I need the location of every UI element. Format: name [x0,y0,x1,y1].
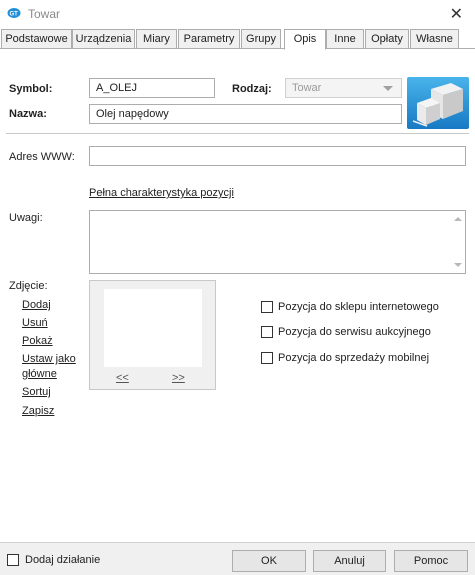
photo-preview: << >> [89,280,216,390]
checkbox-online-shop[interactable] [261,301,273,313]
checkbox-mobile-sales[interactable] [261,352,273,364]
svg-text:GT: GT [10,12,19,18]
cancel-button[interactable]: Anuluj [313,550,386,572]
symbol-label: Symbol: [9,83,53,95]
photo-remove-link[interactable]: Usuń [22,317,48,329]
tab-bar: Podstawowe Urządzenia Miary Parametry Gr… [0,29,475,50]
nazwa-field[interactable]: Olej napędowy [89,104,402,124]
help-button[interactable]: Pomoc [394,550,468,572]
photo-prev-button[interactable]: << [116,372,129,384]
checkbox-online-shop-label: Pozycja do sklepu internetowego [278,301,439,313]
checkbox-add-action[interactable] [7,554,19,566]
scroll-up-icon[interactable] [454,217,462,221]
photo-image-area [104,289,202,367]
tab-grupy[interactable]: Grupy [241,29,281,49]
photo-next-button[interactable]: >> [172,372,185,384]
tab-inne[interactable]: Inne [326,29,364,49]
checkbox-auction[interactable] [261,326,273,338]
close-icon[interactable]: ✕ [450,4,463,24]
photo-show-link[interactable]: Pokaż [22,335,53,347]
ok-button[interactable]: OK [232,550,306,572]
tab-oplaty[interactable]: Opłaty [365,29,409,49]
footer-bar: Dodaj działanie OK Anuluj Pomoc [0,542,475,575]
uwagi-textarea[interactable] [89,210,466,274]
uwagi-label: Uwagi: [9,212,43,224]
tab-parametry[interactable]: Parametry [178,29,240,49]
chevron-down-icon [383,86,393,91]
rodzaj-label: Rodzaj: [232,83,272,95]
product-boxes-icon [407,77,469,129]
photo-save-link[interactable]: Zapisz [22,405,54,417]
www-field[interactable] [89,146,466,166]
photo-label: Zdjęcie: [9,280,48,292]
rodzaj-select[interactable]: Towar [285,78,402,98]
nazwa-label: Nazwa: [9,108,47,120]
symbol-field[interactable]: A_OLEJ [89,78,215,98]
app-logo-icon: GT [7,8,21,18]
tab-opis[interactable]: Opis [284,29,326,50]
window-titlebar: GT Towar ✕ [0,0,475,28]
www-label: Adres WWW: [9,151,75,163]
tab-urzadzenia[interactable]: Urządzenia [72,29,135,49]
checkbox-auction-label: Pozycja do serwisu aukcyjnego [278,326,431,338]
full-characteristics-link[interactable]: Pełna charakterystyka pozycji [89,187,234,199]
tab-wlasne[interactable]: Własne [410,29,459,49]
window-title: Towar [28,7,61,21]
photo-set-main-link[interactable]: Ustaw jako [22,353,76,365]
photo-add-link[interactable]: Dodaj [22,299,51,311]
tab-podstawowe[interactable]: Podstawowe [1,29,72,49]
rodzaj-value: Towar [292,82,322,94]
divider [6,133,469,134]
checkbox-mobile-sales-label: Pozycja do sprzedaży mobilnej [278,352,430,364]
tab-miary[interactable]: Miary [136,29,177,49]
photo-sort-link[interactable]: Sortuj [22,386,51,398]
scroll-down-icon[interactable] [454,263,462,267]
add-action-label: Dodaj działanie [25,554,101,566]
photo-set-main-link-line2[interactable]: główne [22,368,57,380]
